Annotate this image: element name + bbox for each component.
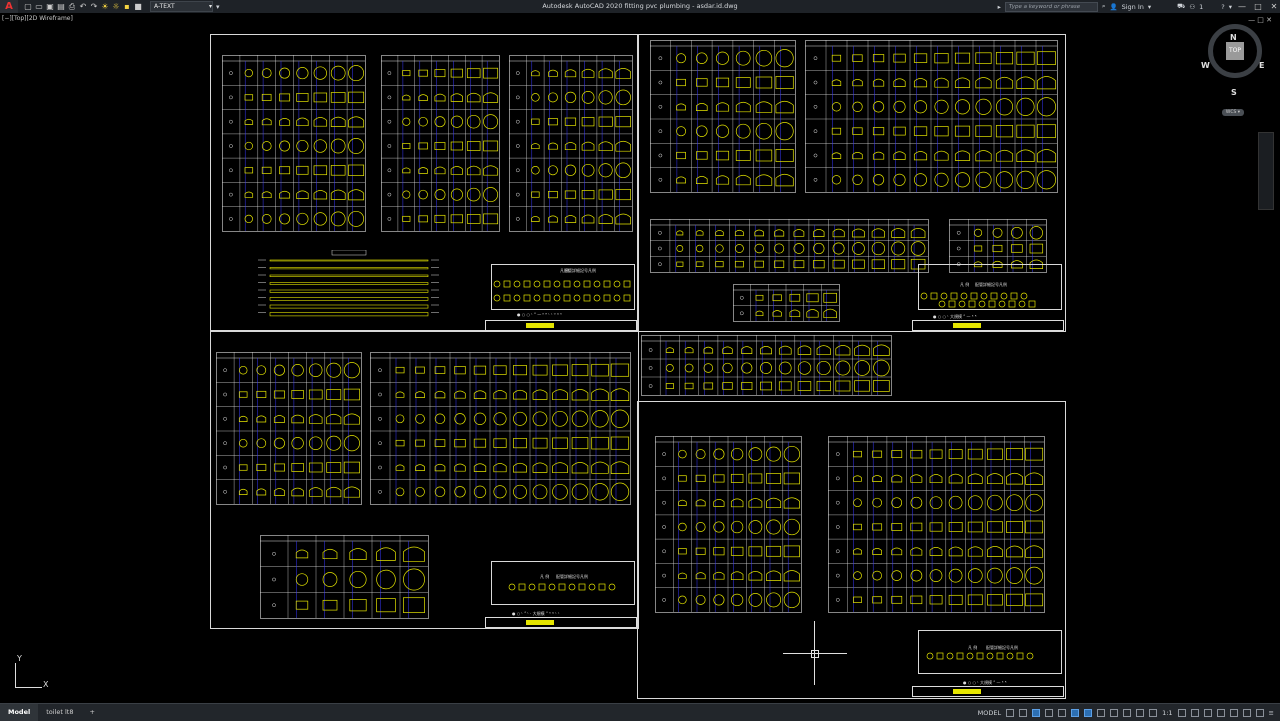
layer-bulb-icon[interactable]: ☀ xyxy=(101,2,109,11)
search-expand-icon[interactable]: ▸ xyxy=(998,3,1001,11)
close-button[interactable]: ✕ xyxy=(1268,2,1280,11)
compass-east[interactable]: E xyxy=(1259,61,1264,70)
exchange-count: 1 xyxy=(1199,2,1204,11)
autocad-logo-icon: A xyxy=(5,1,13,12)
grid-icon[interactable] xyxy=(1006,708,1015,717)
ortho-icon[interactable] xyxy=(1032,708,1041,717)
quick-access-toolbar: ▢ ▭ ▣ ▤ ⎙ ↶ ↷ ☀ ☼ ▪ ■ xyxy=(24,2,142,11)
ucs-x-axis xyxy=(15,687,42,688)
units-icon[interactable] xyxy=(1203,708,1212,717)
new-file-icon[interactable]: ▢ xyxy=(24,2,32,11)
application-menu-button[interactable]: A xyxy=(0,0,18,13)
legend-symbols xyxy=(493,280,1036,660)
title-bar: A ▢ ▭ ▣ ▤ ⎙ ↶ ↷ ☀ ☼ ▪ ■ A-TEXT ▾ ▾ Autod… xyxy=(0,0,1280,13)
compass-north[interactable]: N xyxy=(1230,33,1237,42)
wcs-menu-button[interactable]: WCS ▾ xyxy=(1222,109,1244,116)
cart-icon[interactable]: ⛟ xyxy=(1177,2,1185,11)
navigation-bar[interactable] xyxy=(1258,132,1274,210)
snap-icon[interactable] xyxy=(1019,708,1028,717)
search-icon[interactable]: ⌕ xyxy=(1102,2,1106,11)
help-chevron-icon[interactable]: ▾ xyxy=(1229,3,1232,11)
plot-icon[interactable]: ⎙ xyxy=(68,2,76,11)
ucs-y-label: Y xyxy=(17,654,22,663)
quick-properties-icon[interactable] xyxy=(1216,708,1225,717)
customize-toolbar-icon[interactable]: ▾ xyxy=(216,3,220,11)
add-layout-button[interactable]: + xyxy=(81,704,102,721)
lineweight-icon[interactable] xyxy=(1097,708,1106,717)
auto-scale-icon[interactable] xyxy=(1149,708,1158,717)
compass-south[interactable]: S xyxy=(1231,88,1237,97)
object-snap-tracking-icon[interactable] xyxy=(1071,708,1080,717)
help-icon[interactable]: ? xyxy=(1221,3,1224,11)
maximize-button[interactable]: □ xyxy=(1252,2,1264,11)
layer-dropdown-value: A-TEXT xyxy=(154,3,175,10)
annotation-monitor-icon[interactable] xyxy=(1190,708,1199,717)
tab-layout-toilet[interactable]: toilet lt8 xyxy=(38,704,81,721)
tab-model[interactable]: Model xyxy=(0,704,39,721)
drawing-viewport[interactable]: [−][Top][2D Wireframe] — □ ✕ 凡 例 配管詳細記号凡… xyxy=(0,13,1280,703)
save-as-icon[interactable]: ▤ xyxy=(57,2,65,11)
clean-screen-icon[interactable] xyxy=(1255,708,1264,717)
compass-west[interactable]: W xyxy=(1201,61,1210,70)
title-block-4 xyxy=(912,686,1064,697)
viewcube-top-face[interactable]: TOP xyxy=(1226,42,1244,60)
titlebar-right-tools: ▸ Type a keyword or phrase ⌕ 👤 Sign In ▾… xyxy=(998,0,1280,13)
title-block-2 xyxy=(485,617,637,628)
user-icon[interactable]: 👤 xyxy=(1109,3,1117,11)
sheet-note-1: ● ○ ○ ᴸ ° 一 ᴷ ᴿ ᴸ ᴸ ᴼ ᴰ ᴷ xyxy=(517,312,562,317)
ucs-y-axis xyxy=(15,663,16,688)
ucs-x-label: X xyxy=(43,680,49,689)
model-space-toggle[interactable]: MODEL xyxy=(978,709,1001,717)
save-icon[interactable]: ▣ xyxy=(46,2,54,11)
exchange-icon[interactable]: ⚇ xyxy=(1189,3,1195,11)
polar-tracking-icon[interactable] xyxy=(1045,708,1054,717)
chevron-down-icon: ▾ xyxy=(208,3,212,10)
title-block-1 xyxy=(485,320,637,331)
minimize-button[interactable]: — xyxy=(1236,2,1248,11)
hardware-acceleration-icon[interactable] xyxy=(1242,708,1251,717)
title-block-3 xyxy=(912,320,1064,331)
customization-menu-icon[interactable]: ≡ xyxy=(1269,709,1274,717)
sign-in-link[interactable]: Sign In xyxy=(1122,3,1144,11)
layer-dropdown[interactable]: A-TEXT ▾ xyxy=(150,1,213,12)
transparency-icon[interactable] xyxy=(1110,708,1119,717)
redo-icon[interactable]: ↷ xyxy=(90,2,98,11)
annotation-scale[interactable]: 1:1 xyxy=(1162,709,1172,717)
sign-in-chevron-icon[interactable]: ▾ xyxy=(1148,3,1151,11)
workspace-gear-icon[interactable] xyxy=(1177,708,1186,717)
undo-icon[interactable]: ↶ xyxy=(79,2,87,11)
cursor-pickbox xyxy=(811,650,819,658)
isodraft-icon[interactable] xyxy=(1058,708,1067,717)
status-bar-tools: MODEL 1:1 ≡ xyxy=(978,704,1274,721)
layer-lock-icon[interactable]: ▪ xyxy=(123,2,131,11)
isolate-objects-icon[interactable] xyxy=(1229,708,1238,717)
status-bar: Model toilet lt8 + MODEL 1:1 ≡ xyxy=(0,703,1280,721)
object-snap-icon[interactable] xyxy=(1084,708,1093,717)
layer-color-icon[interactable]: ■ xyxy=(134,2,142,11)
layer-freeze-icon[interactable]: ☼ xyxy=(112,2,120,11)
open-file-icon[interactable]: ▭ xyxy=(35,2,43,11)
selection-cycling-icon[interactable] xyxy=(1123,708,1132,717)
annotation-visibility-icon[interactable] xyxy=(1136,708,1145,717)
help-search-input[interactable]: Type a keyword or phrase xyxy=(1004,1,1098,12)
